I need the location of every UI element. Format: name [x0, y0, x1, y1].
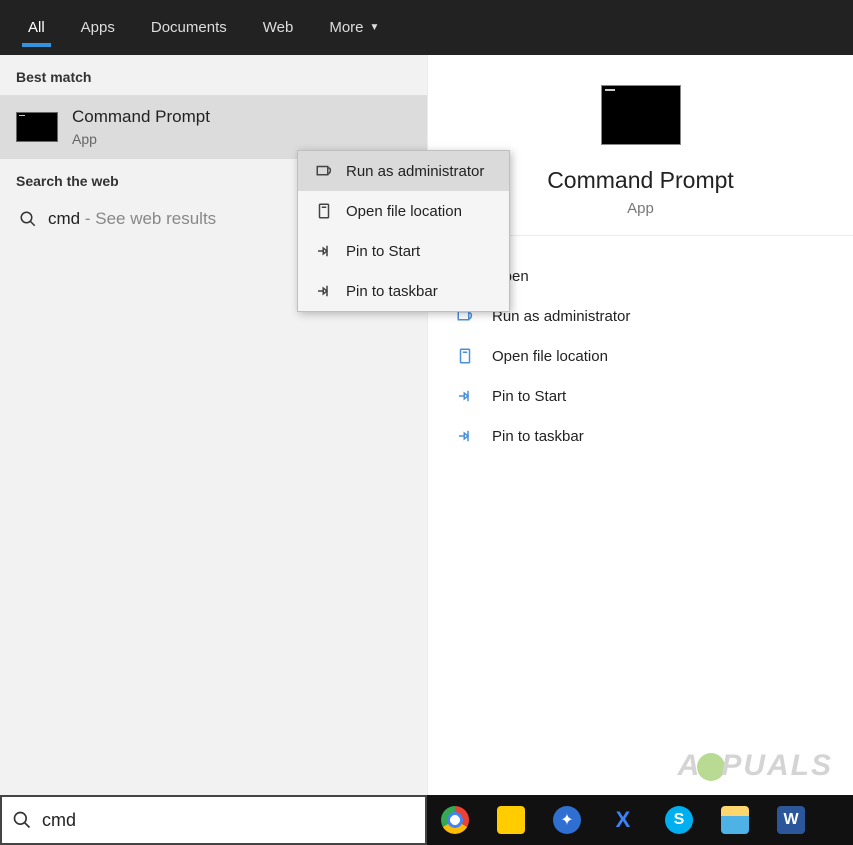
pin-icon: [312, 242, 336, 260]
pin-icon: [312, 282, 336, 300]
app-x-icon[interactable]: X: [609, 806, 637, 834]
command-prompt-icon: [16, 112, 58, 142]
context-pin-start[interactable]: Pin to Start: [298, 231, 509, 271]
context-open-location-label: Open file location: [346, 203, 462, 220]
search-box[interactable]: [0, 795, 427, 845]
context-menu: Run as administrator Open file location …: [297, 150, 510, 312]
best-match-title: Command Prompt: [72, 107, 210, 127]
context-run-admin-label: Run as administrator: [346, 163, 484, 180]
context-run-admin[interactable]: Run as administrator: [298, 151, 509, 191]
chevron-down-icon: ▼: [370, 22, 380, 33]
filter-tabs: All Apps Documents Web More ▼: [0, 0, 853, 55]
action-pin-taskbar[interactable]: Pin to taskbar: [428, 416, 853, 456]
tab-all[interactable]: All: [10, 0, 63, 55]
file-explorer-icon[interactable]: [721, 806, 749, 834]
pin-icon: [452, 427, 478, 445]
action-open-location-label: Open file location: [492, 348, 608, 365]
best-match-heading: Best match: [0, 55, 427, 95]
action-pin-taskbar-label: Pin to taskbar: [492, 428, 584, 445]
detail-title: Command Prompt: [547, 167, 734, 194]
context-pin-start-label: Pin to Start: [346, 243, 420, 260]
folder-icon: [452, 347, 478, 365]
tab-more[interactable]: More ▼: [311, 0, 397, 55]
shield-icon: [312, 162, 336, 180]
web-result-text: cmd - See web results: [48, 209, 216, 229]
context-open-location[interactable]: Open file location: [298, 191, 509, 231]
web-term: cmd: [48, 209, 80, 228]
search-icon: [16, 210, 40, 228]
command-prompt-icon-large: [601, 85, 681, 145]
taskbar-tray: ✦ X S W: [427, 795, 853, 845]
folder-icon: [312, 202, 336, 220]
action-pin-start-label: Pin to Start: [492, 388, 566, 405]
pin-icon: [452, 387, 478, 405]
tab-more-label: More: [329, 19, 363, 36]
context-pin-taskbar-label: Pin to taskbar: [346, 283, 438, 300]
tab-apps[interactable]: Apps: [63, 0, 133, 55]
web-suffix: - See web results: [80, 209, 216, 228]
context-pin-taskbar[interactable]: Pin to taskbar: [298, 271, 509, 311]
search-icon: [2, 810, 42, 830]
detail-subtitle: App: [627, 200, 654, 217]
tab-documents[interactable]: Documents: [133, 0, 245, 55]
taskbar: ✦ X S W: [0, 795, 853, 845]
action-pin-start[interactable]: Pin to Start: [428, 376, 853, 416]
sticky-notes-icon[interactable]: [497, 806, 525, 834]
search-input[interactable]: [42, 810, 425, 831]
best-match-text: Command Prompt App: [72, 107, 210, 147]
watermark-logo: APUALS: [678, 749, 833, 783]
best-match-subtitle: App: [72, 131, 210, 147]
tab-web[interactable]: Web: [245, 0, 312, 55]
action-run-admin-label: Run as administrator: [492, 308, 630, 325]
chrome-icon[interactable]: [441, 806, 469, 834]
skype-icon[interactable]: S: [665, 806, 693, 834]
action-open-location[interactable]: Open file location: [428, 336, 853, 376]
word-icon[interactable]: W: [777, 806, 805, 834]
chat-icon[interactable]: ✦: [553, 806, 581, 834]
